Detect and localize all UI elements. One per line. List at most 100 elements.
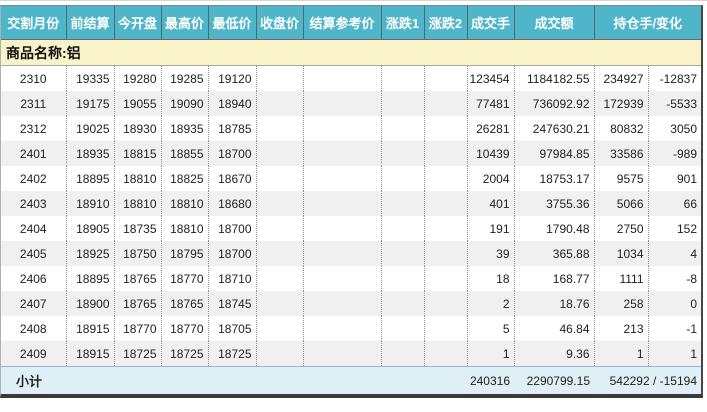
column-header-prev-settle[interactable]: 前结算 (66, 6, 114, 40)
column-header-change2[interactable]: 涨跌2 (424, 6, 467, 40)
cell-prev_settle: 19335 (66, 66, 114, 92)
cell-month: 2402 (1, 166, 66, 191)
cell-chg2 (424, 341, 467, 367)
cell-high: 18810 (161, 191, 208, 216)
cell-high: 18725 (161, 341, 208, 367)
quote-row-2402[interactable]: 240218895188101882518670200418753.179575… (1, 166, 701, 191)
table-header-row: 交割月份 前结算 今开盘 最高价 最低价 收盘价 结算参考价 涨跌1 涨跌2 成… (1, 6, 701, 40)
cell-oi: 172939 (594, 91, 648, 116)
cell-oi_change: -1 (648, 316, 701, 341)
cell-low: 18725 (208, 341, 256, 367)
quote-row-2405[interactable]: 24051892518750187951870039365.8810344 (1, 241, 701, 266)
quote-row-2409[interactable]: 24091891518725187251872519.3611 (1, 341, 701, 367)
quote-row-2403[interactable]: 2403189101881018810186804013755.36506666 (1, 191, 701, 216)
quote-row-2311[interactable]: 23111917519055190901894077481736092.9217… (1, 91, 701, 116)
cell-turnover: 9.36 (514, 341, 594, 367)
cell-volume: 26281 (467, 116, 514, 141)
cell-oi: 234927 (594, 66, 648, 92)
cell-oi: 9575 (594, 166, 648, 191)
column-header-open[interactable]: 今开盘 (114, 6, 161, 40)
cell-volume: 123454 (467, 66, 514, 92)
cell-settle_ref (303, 291, 381, 316)
cell-month: 2405 (1, 241, 66, 266)
cell-oi_change: 4 (648, 241, 701, 266)
quote-row-2407[interactable]: 240718900187651876518745218.762580 (1, 291, 701, 316)
subtotal-open-interest-change: 542292 / -15194 (594, 367, 701, 395)
cell-settle_ref (303, 166, 381, 191)
cell-chg1 (381, 316, 424, 341)
cell-volume: 10439 (467, 141, 514, 166)
cell-chg1 (381, 266, 424, 291)
cell-prev_settle: 18910 (66, 191, 114, 216)
cell-low: 19120 (208, 66, 256, 92)
cell-oi_change: 1 (648, 341, 701, 367)
cell-chg1 (381, 91, 424, 116)
quote-row-2310[interactable]: 2310193351928019285191201234541184182.55… (1, 66, 701, 92)
column-header-month[interactable]: 交割月份 (1, 6, 66, 40)
column-header-low[interactable]: 最低价 (208, 6, 256, 40)
quote-row-2406[interactable]: 24061889518765187701871018168.771111-8 (1, 266, 701, 291)
cell-close (256, 166, 303, 191)
cell-low: 18700 (208, 216, 256, 241)
cell-prev_settle: 18900 (66, 291, 114, 316)
quote-row-2404[interactable]: 2404189051873518810187001911790.48275015… (1, 216, 701, 241)
column-header-open-interest-change[interactable]: 持仓手/变化 (594, 6, 701, 40)
subtotal-turnover: 2290799.15 (514, 367, 594, 395)
subtotal-row: 小计 240316 2290799.15 542292 / -15194 (1, 367, 701, 395)
cell-close (256, 116, 303, 141)
cell-oi_change: 3050 (648, 116, 701, 141)
cell-oi: 2750 (594, 216, 648, 241)
column-header-high[interactable]: 最高价 (161, 6, 208, 40)
column-header-settle-ref[interactable]: 结算参考价 (303, 6, 381, 40)
subtotal-volume: 240316 (467, 367, 514, 395)
cell-volume: 1 (467, 341, 514, 367)
cell-oi: 1 (594, 341, 648, 367)
cell-prev_settle: 18915 (66, 341, 114, 367)
cell-chg1 (381, 166, 424, 191)
cell-close (256, 341, 303, 367)
cell-high: 18770 (161, 266, 208, 291)
cell-open: 18770 (114, 316, 161, 341)
quote-row-2408[interactable]: 240818915187701877018705546.84213-1 (1, 316, 701, 341)
futures-quotes-table: 交割月份 前结算 今开盘 最高价 最低价 收盘价 结算参考价 涨跌1 涨跌2 成… (1, 6, 701, 394)
cell-chg1 (381, 116, 424, 141)
quote-row-2312[interactable]: 23121902518930189351878526281247630.2180… (1, 116, 701, 141)
cell-prev_settle: 18915 (66, 316, 114, 341)
column-header-volume[interactable]: 成交手 (467, 6, 514, 40)
cell-prev_settle: 18895 (66, 166, 114, 191)
cell-chg2 (424, 66, 467, 92)
column-header-turnover[interactable]: 成交额 (514, 6, 594, 40)
cell-oi: 1111 (594, 266, 648, 291)
quote-row-2401[interactable]: 2401189351881518855187001043997984.85335… (1, 141, 701, 166)
cell-chg2 (424, 116, 467, 141)
cell-turnover: 18.76 (514, 291, 594, 316)
cell-settle_ref (303, 341, 381, 367)
cell-settle_ref (303, 316, 381, 341)
cell-chg2 (424, 266, 467, 291)
cell-low: 18705 (208, 316, 256, 341)
cell-open: 18750 (114, 241, 161, 266)
cell-low: 18700 (208, 141, 256, 166)
cell-oi_change: -989 (648, 141, 701, 166)
cell-high: 18855 (161, 141, 208, 166)
subtotal-label: 小计 (1, 367, 467, 395)
cell-chg1 (381, 216, 424, 241)
cell-oi: 213 (594, 316, 648, 341)
cell-settle_ref (303, 116, 381, 141)
column-header-close[interactable]: 收盘价 (256, 6, 303, 40)
cell-turnover: 97984.85 (514, 141, 594, 166)
column-header-change1[interactable]: 涨跌1 (381, 6, 424, 40)
cell-prev_settle: 18905 (66, 216, 114, 241)
cell-volume: 77481 (467, 91, 514, 116)
cell-turnover: 1790.48 (514, 216, 594, 241)
cell-volume: 191 (467, 216, 514, 241)
cell-close (256, 66, 303, 92)
cell-close (256, 216, 303, 241)
cell-open: 19280 (114, 66, 161, 92)
cell-volume: 2004 (467, 166, 514, 191)
cell-low: 18745 (208, 291, 256, 316)
cell-oi_change: 901 (648, 166, 701, 191)
cell-settle_ref (303, 216, 381, 241)
cell-prev_settle: 19175 (66, 91, 114, 116)
cell-close (256, 291, 303, 316)
